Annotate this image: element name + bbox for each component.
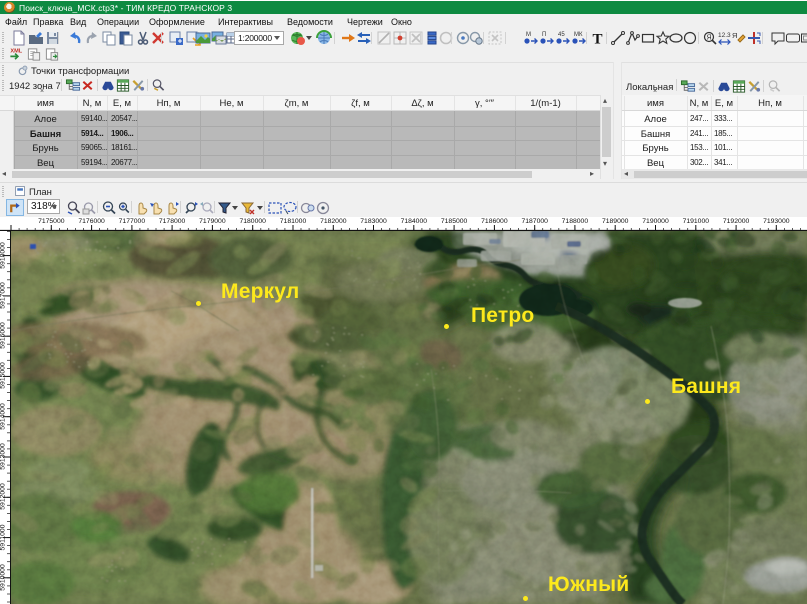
svg-text:МК: МК	[574, 32, 583, 38]
svg-text:T: T	[593, 32, 603, 47]
svg-text:Я: Я	[707, 35, 712, 42]
svg-text:XML: XML	[10, 49, 22, 55]
svg-text:Я: Я	[732, 31, 737, 40]
svg-text:M: M	[526, 32, 531, 38]
svg-text:12.3: 12.3	[718, 32, 731, 39]
svg-text:45: 45	[558, 32, 565, 38]
svg-text:П: П	[542, 32, 546, 38]
